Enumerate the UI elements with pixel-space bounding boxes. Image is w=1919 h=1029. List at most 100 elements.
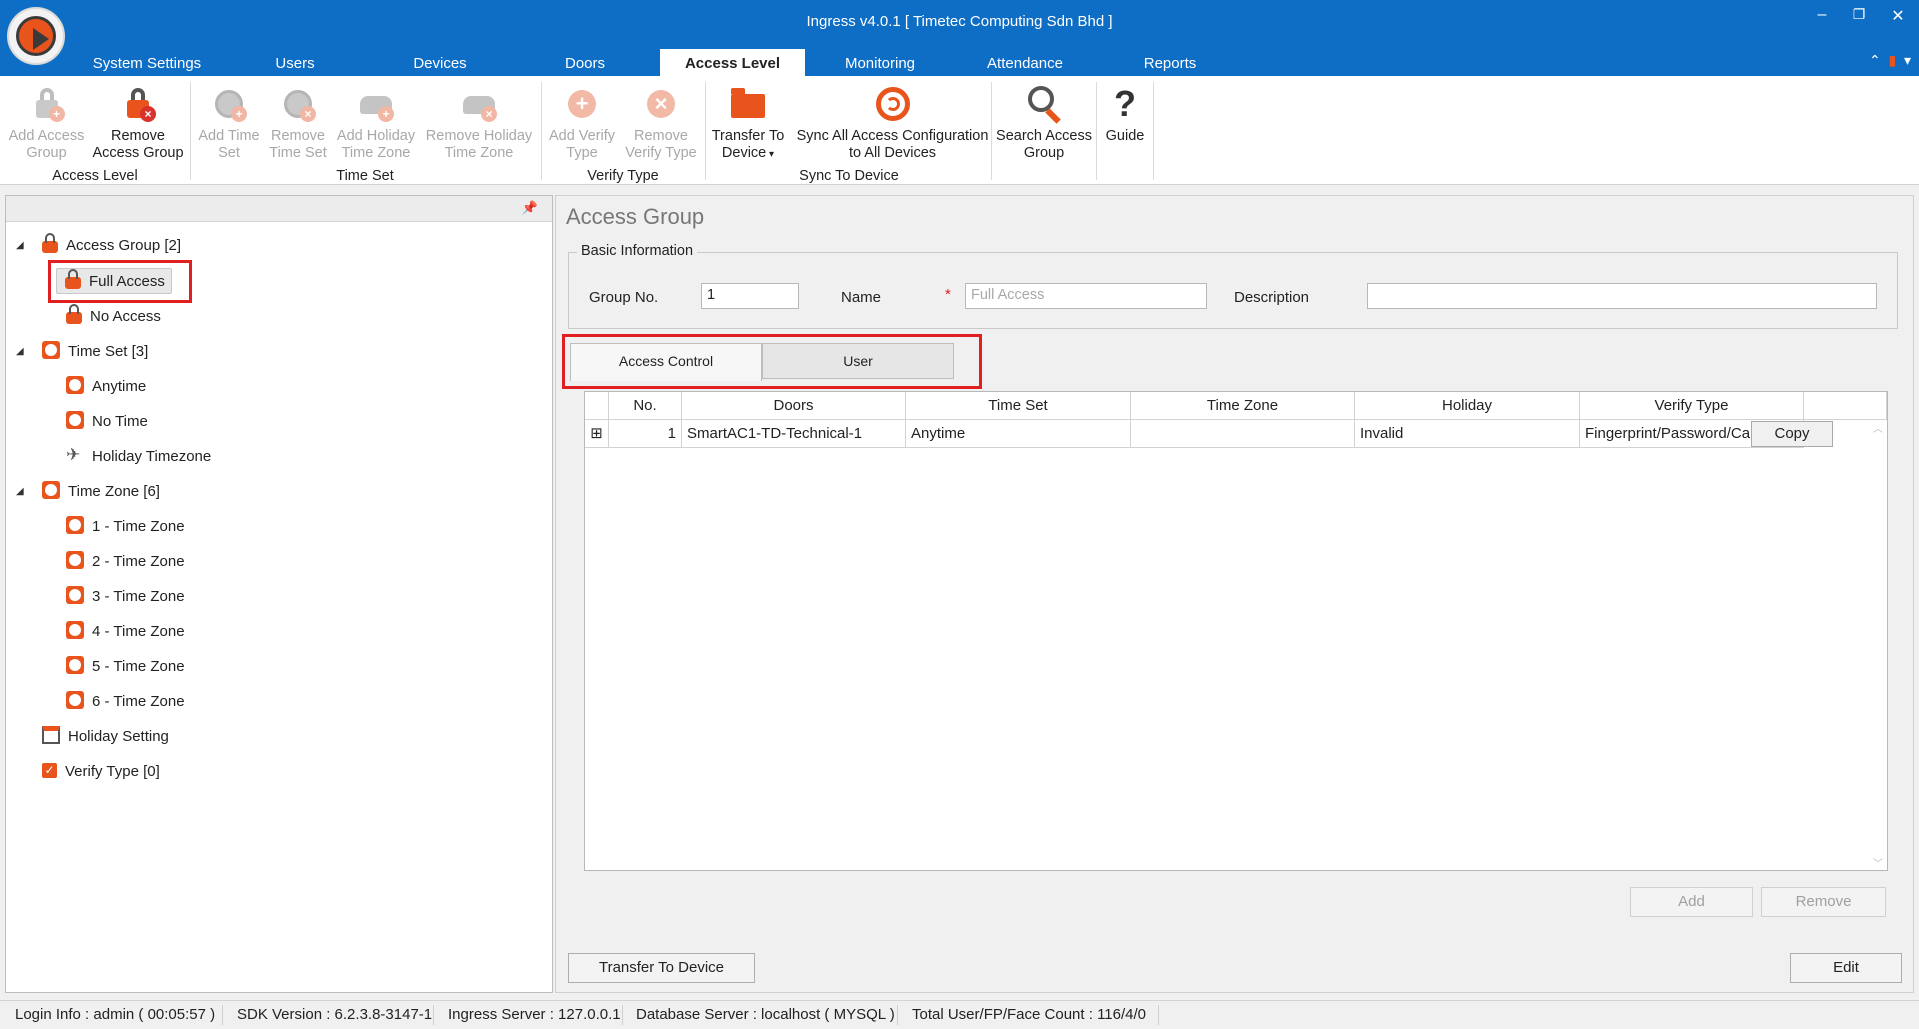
add-holiday-time-zone-button[interactable]: + Add Holiday Time Zone [332,84,420,162]
status-database-server: Database Server : localhost ( MYSQL ) [636,1006,895,1023]
tree-node-no-access[interactable]: No Access [66,304,161,330]
edit-button[interactable]: Edit [1790,953,1902,983]
tree-node-verify-type[interactable]: ✓ Verify Type [0] [42,759,160,785]
add-verify-type-label: Add Verify Type [548,128,616,161]
table-header-holiday[interactable]: Holiday [1355,392,1580,420]
scroll-down-icon[interactable]: ﹀ [1869,855,1887,870]
tree-node-tz-2[interactable]: 2 - Time Zone [66,549,185,575]
status-divider [433,1005,434,1025]
collapse-triangle-icon[interactable]: ◢ [16,479,24,505]
table-cell-time-set[interactable]: Anytime [906,420,1131,448]
tree-node-time-set[interactable]: ◢ Time Set [3] [16,339,148,365]
tree-node-tz-1[interactable]: 1 - Time Zone [66,514,185,540]
tree-label: Holiday Setting [68,728,169,745]
tree-node-anytime[interactable]: Anytime [66,374,146,400]
question-mark-icon: ? [1114,83,1136,124]
status-ingress-server: Ingress Server : 127.0.0.1 [448,1006,621,1023]
tree-label: 4 - Time Zone [92,623,185,640]
row-expand-icon[interactable]: ⊞ [585,420,609,448]
clock-icon [66,411,84,430]
chevron-up-icon[interactable]: ⌃ [1869,52,1881,68]
table-scrollbar[interactable]: ︿ ﹀ [1869,420,1887,870]
tree-node-tz-6[interactable]: 6 - Time Zone [66,689,185,715]
pin-icon[interactable]: 📌 [522,200,538,216]
table-cell-door[interactable]: SmartAC1-TD-Technical-1 [682,420,906,448]
collapse-triangle-icon[interactable]: ◢ [16,339,24,365]
collapse-triangle-icon[interactable]: ◢ [16,233,24,259]
tree-node-no-time[interactable]: No Time [66,409,148,435]
tab-users[interactable]: Users [240,52,350,76]
remove-verify-type-button[interactable]: × Remove Verify Type [622,84,700,162]
remove-circle-icon: × [641,84,681,124]
name-field[interactable]: Full Access [965,283,1207,309]
clock-icon [66,551,84,570]
table-header-verify-type[interactable]: Verify Type [1580,392,1804,420]
copy-button[interactable]: Copy [1751,421,1833,447]
transfer-to-device-button[interactable]: Transfer To Device [568,953,755,983]
add-access-group-button[interactable]: + Add Access Group [4,84,89,162]
remove-verify-type-label: Remove Verify Type [625,128,697,161]
scroll-up-icon[interactable]: ︿ [1869,420,1887,435]
group-label-verify-type: Verify Type [587,168,659,184]
navigation-tree-panel: 📌 ◢ Access Group [2] Full Access No Acce… [5,195,553,993]
restore-button[interactable]: ❐ [1845,6,1873,23]
table-header-time-set[interactable]: Time Set [906,392,1131,420]
tab-doors[interactable]: Doors [530,52,640,76]
remove-access-group-button[interactable]: × Remove Access Group [90,84,186,162]
remove-holiday-time-zone-button[interactable]: × Remove Holiday Time Zone [422,84,536,162]
ribbon-collapse-controls[interactable]: ⌃ ▮ ▾ [1869,52,1911,69]
tree-label: Access Group [2] [66,237,182,254]
group-no-field[interactable]: 1 [701,283,799,309]
tab-monitoring[interactable]: Monitoring [820,52,940,76]
sync-all-button[interactable]: Sync All Access Configuration to All Dev… [795,84,990,162]
table-header-doors[interactable]: Doors [682,392,906,420]
office-icon: ▮ [1888,52,1897,68]
tree-label: Anytime [92,378,147,395]
description-field[interactable] [1367,283,1877,309]
tree-node-access-group[interactable]: ◢ Access Group [2] [16,233,182,259]
group-label-time-set: Time Set [336,168,394,184]
close-button[interactable]: ✕ [1884,6,1912,26]
add-time-set-button[interactable]: + Add Time Set [194,84,264,162]
transfer-to-device-dropdown[interactable]: Transfer To Device ▾ [708,84,788,163]
remove-button[interactable]: Remove [1761,887,1886,917]
tree-node-tz-4[interactable]: 4 - Time Zone [66,619,185,645]
table-header-time-zone[interactable]: Time Zone [1131,392,1355,420]
remove-time-set-button[interactable]: × Remove Time Set [264,84,332,162]
ribbon-divider [991,82,992,180]
tree-node-time-zone[interactable]: ◢ Time Zone [6] [16,479,160,505]
chevron-down-icon[interactable]: ▾ [1904,52,1911,68]
guide-button[interactable]: ? Guide [1100,84,1150,145]
tab-access-level[interactable]: Access Level [660,49,805,76]
add-holiday-time-zone-label: Add Holiday Time Zone [336,128,416,161]
add-verify-type-button[interactable]: + Add Verify Type [546,84,618,162]
minimize-button[interactable]: – [1808,6,1836,24]
tree-node-holiday-setting[interactable]: Holiday Setting [42,724,169,750]
add-circle-icon: + [562,84,602,124]
add-button[interactable]: Add [1630,887,1753,917]
access-group-detail-panel: Access Group Basic Information Group No.… [555,195,1914,993]
tab-reports[interactable]: Reports [1110,52,1230,76]
remove-holiday-icon: × [459,84,499,124]
window-title: Ingress v4.0.1 [ Timetec Computing Sdn B… [806,13,1113,30]
table-cell-holiday[interactable]: Invalid [1355,420,1580,448]
tab-devices[interactable]: Devices [380,52,500,76]
search-access-group-button[interactable]: Search Access Group [995,84,1093,162]
tab-system-settings[interactable]: System Settings [72,52,222,76]
table-header-no[interactable]: No. [609,392,682,420]
tab-attendance[interactable]: Attendance [965,52,1085,76]
calendar-icon [42,726,60,745]
status-total-count: Total User/FP/Face Count : 116/4/0 [912,1006,1147,1023]
table-cell-time-zone[interactable] [1131,420,1355,448]
airplane-icon: ✈ [66,445,81,465]
ribbon-divider [1153,82,1154,180]
clock-icon [66,516,84,535]
name-label: Name [841,289,882,306]
tree-node-tz-5[interactable]: 5 - Time Zone [66,654,185,680]
remove-time-set-label: Remove Time Set [269,128,327,161]
tree-label: 6 - Time Zone [92,693,185,710]
tree-node-holiday-timezone[interactable]: ✈ Holiday Timezone [66,444,211,470]
tree-node-tz-3[interactable]: 3 - Time Zone [66,584,185,610]
status-divider [897,1005,898,1025]
status-sdk-version: SDK Version : 6.2.3.8-3147-1 [237,1006,433,1023]
